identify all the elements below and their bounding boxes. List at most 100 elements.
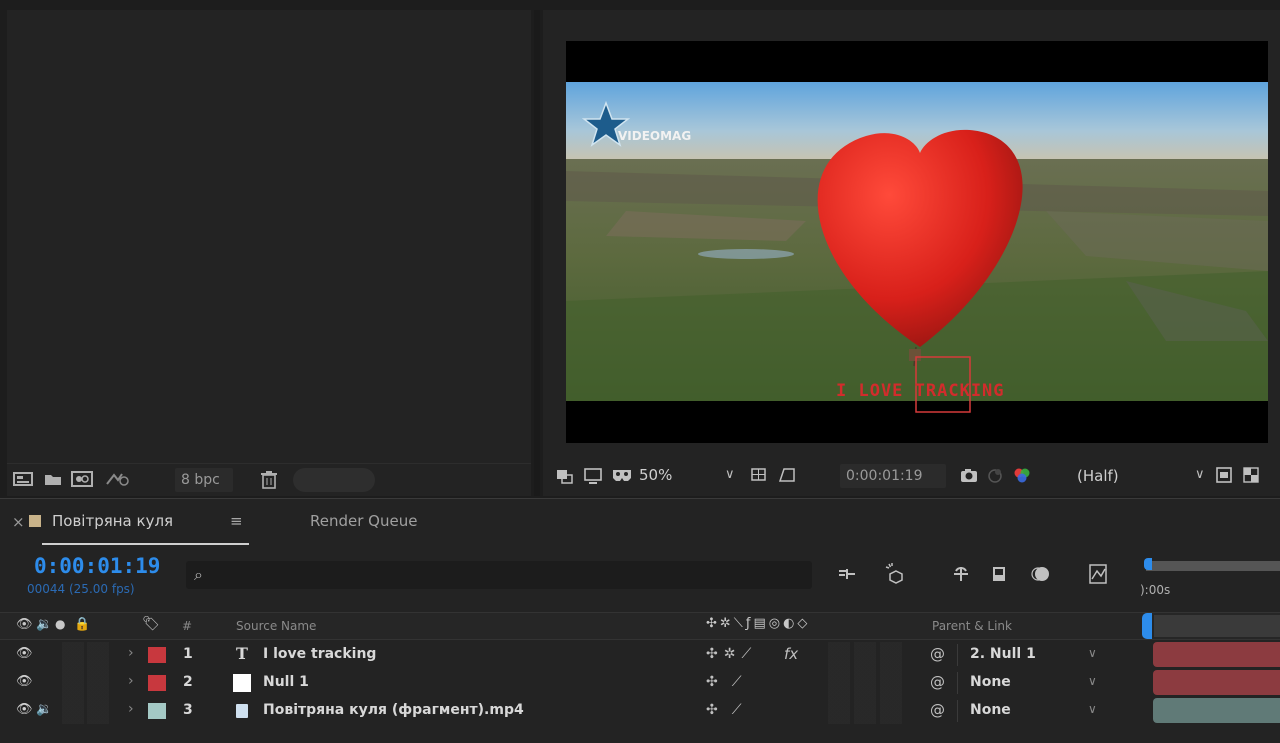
eye-icon[interactable]: 👁 — [16, 702, 33, 717]
layer-number: 2 — [183, 674, 193, 690]
source-name-column-header[interactable]: Source Name — [236, 619, 316, 633]
audio-icon[interactable]: 🔉 — [36, 702, 52, 717]
parent-dropdown[interactable]: None ∨ — [957, 700, 1097, 722]
parent-dropdown[interactable]: 2. Null 1 ∨ — [957, 644, 1097, 666]
show-snapshot-icon[interactable] — [985, 466, 1005, 489]
close-tab-icon[interactable]: × — [12, 513, 25, 531]
layer-switches[interactable]: ✣✲⟋ — [706, 646, 757, 662]
layer-switches[interactable]: ✣⟋ — [706, 702, 756, 718]
expand-chevron-icon[interactable]: › — [128, 645, 134, 661]
grid-guides-icon[interactable] — [749, 466, 769, 489]
logo-text: VIDEOMAG — [618, 129, 692, 143]
eye-icon[interactable]: 👁 — [16, 674, 33, 689]
monitor-icon[interactable] — [583, 467, 603, 490]
new-folder-icon[interactable] — [43, 470, 63, 493]
flowchart-icon[interactable] — [104, 470, 130, 493]
parent-dropdown[interactable]: None ∨ — [957, 672, 1097, 694]
current-time-band — [1154, 615, 1280, 637]
layer-label-color[interactable] — [148, 675, 166, 691]
frame-blending-icon[interactable] — [990, 564, 1010, 589]
camera-snapshot-icon[interactable] — [959, 466, 979, 489]
label-header-icon[interactable]: 🏷 — [142, 616, 160, 632]
bit-depth-button[interactable]: 8 bpc — [175, 468, 233, 492]
layer-duration-bar[interactable] — [1153, 642, 1280, 667]
interpret-footage-icon[interactable] — [12, 470, 34, 493]
composition-frame[interactable]: VIDEOMAG I LOVE TRACKING — [566, 41, 1268, 443]
null-object-icon — [233, 674, 251, 692]
color-channels-icon[interactable] — [1011, 465, 1033, 490]
number-column-header[interactable]: # — [182, 619, 192, 633]
layer-name[interactable]: Null 1 — [263, 674, 309, 690]
ruler-time-label: ):00s — [1140, 583, 1171, 597]
lock-header-icon[interactable]: 🔒 — [74, 617, 90, 632]
layer-name[interactable]: I love tracking — [263, 646, 376, 662]
region-of-interest-icon[interactable] — [1215, 466, 1233, 489]
expand-chevron-icon[interactable]: › — [128, 673, 134, 689]
transparency-grid-icon[interactable] — [1242, 466, 1260, 489]
composition-color-swatch — [29, 515, 41, 527]
layer-switch-cells[interactable] — [828, 642, 904, 724]
eye-icon[interactable]: 👁 — [16, 646, 33, 661]
parent-link-column-header[interactable]: Parent & Link — [932, 619, 1012, 633]
pick-whip-icon[interactable]: @ — [930, 645, 945, 663]
project-toolbar: 8 bpc — [7, 463, 531, 496]
search-icon: ⌕ — [194, 565, 203, 584]
panel-splitter[interactable] — [534, 10, 540, 496]
zoom-value[interactable]: 50% — [639, 466, 672, 484]
layer-number: 3 — [183, 702, 193, 718]
layer-number: 1 — [183, 646, 193, 662]
audio-header-icon[interactable]: 🔉 — [36, 617, 52, 632]
layer-duration-bar[interactable] — [1153, 670, 1280, 695]
overlay-text: I LOVE TRACKING — [836, 381, 1005, 401]
chevron-down-icon: ∨ — [1088, 646, 1097, 660]
time-ruler[interactable]: ):00s — [1140, 555, 1280, 613]
work-area-bar[interactable] — [1146, 561, 1280, 571]
av-switch-cells[interactable] — [62, 642, 112, 724]
always-preview-icon[interactable] — [555, 467, 575, 490]
new-composition-icon[interactable] — [70, 469, 94, 494]
layer-name[interactable]: Повітряна куля (фрагмент).mp4 — [263, 702, 524, 718]
layer-switches[interactable]: ✣⟋ — [706, 674, 756, 690]
timeline-panel: × Повітряна куля ≡ Render Queue 0:00:01:… — [0, 498, 1280, 743]
playhead-indicator[interactable] — [1142, 613, 1152, 639]
solo-header-icon[interactable]: ● — [55, 617, 65, 631]
current-time-field[interactable]: 0:00:01:19 — [840, 464, 946, 488]
work-area-start-handle[interactable] — [1144, 558, 1152, 570]
pick-whip-icon[interactable]: @ — [930, 701, 945, 719]
video-visibility-header-icon[interactable]: 👁 — [16, 617, 33, 632]
viewer-toolbar: 50% ∨ 0:00:01:19 (Half) ∨ — [543, 460, 1280, 496]
draft-3d-icon[interactable] — [884, 562, 908, 589]
layer-row[interactable]: 👁 › 2 Null 1 ✣⟋ @ None ∨ — [0, 670, 1140, 696]
composition-mini-flowchart-icon[interactable] — [836, 565, 858, 588]
column-header-row: 👁 🔉 ● 🔒 🏷 # Source Name ✣✲⟍ƒ▤◎◐◇ Parent … — [0, 612, 1280, 640]
resolution-value[interactable]: (Half) — [1077, 467, 1119, 485]
frame-info: 00044 (25.00 fps) — [27, 582, 135, 596]
switches-header-icons[interactable]: ✣✲⟍ƒ▤◎◐◇ — [706, 616, 810, 631]
chevron-down-icon: ∨ — [1088, 674, 1097, 688]
motion-blur-icon[interactable] — [1030, 564, 1052, 589]
effects-switch[interactable]: fx — [784, 645, 798, 663]
layer-label-color[interactable] — [148, 647, 166, 663]
tab-render-queue[interactable]: Render Queue — [310, 512, 417, 530]
chevron-down-icon[interactable]: ∨ — [725, 465, 735, 485]
current-time-display[interactable]: 0:00:01:19 — [34, 554, 160, 578]
layer-duration-bar[interactable] — [1153, 698, 1280, 723]
text-layer-icon: T — [236, 644, 248, 663]
shy-layers-icon[interactable] — [950, 564, 972, 589]
layer-search-input[interactable]: ⌕ — [186, 561, 812, 589]
mask-visibility-icon[interactable] — [777, 466, 797, 489]
chevron-down-icon: ∨ — [1088, 702, 1097, 716]
project-scroll-thumb[interactable] — [293, 468, 375, 492]
graph-editor-icon[interactable] — [1088, 563, 1108, 590]
resolution-chevron-down-icon[interactable]: ∨ — [1195, 465, 1205, 485]
tab-composition[interactable]: Повітряна куля — [52, 512, 173, 530]
vr-goggles-icon[interactable] — [611, 466, 633, 489]
trash-icon[interactable] — [260, 470, 278, 495]
layer-row[interactable]: 👁 › 1 T I love tracking ✣✲⟋ fx @ 2. Null… — [0, 642, 1140, 668]
layer-label-color[interactable] — [148, 703, 166, 719]
pick-whip-icon[interactable]: @ — [930, 673, 945, 691]
active-tab-underline — [42, 543, 249, 545]
expand-chevron-icon[interactable]: › — [128, 701, 134, 717]
panel-menu-icon[interactable]: ≡ — [230, 512, 243, 530]
layer-row[interactable]: 👁 🔉 › 3 Повітряна куля (фрагмент).mp4 ✣⟋… — [0, 698, 1140, 724]
